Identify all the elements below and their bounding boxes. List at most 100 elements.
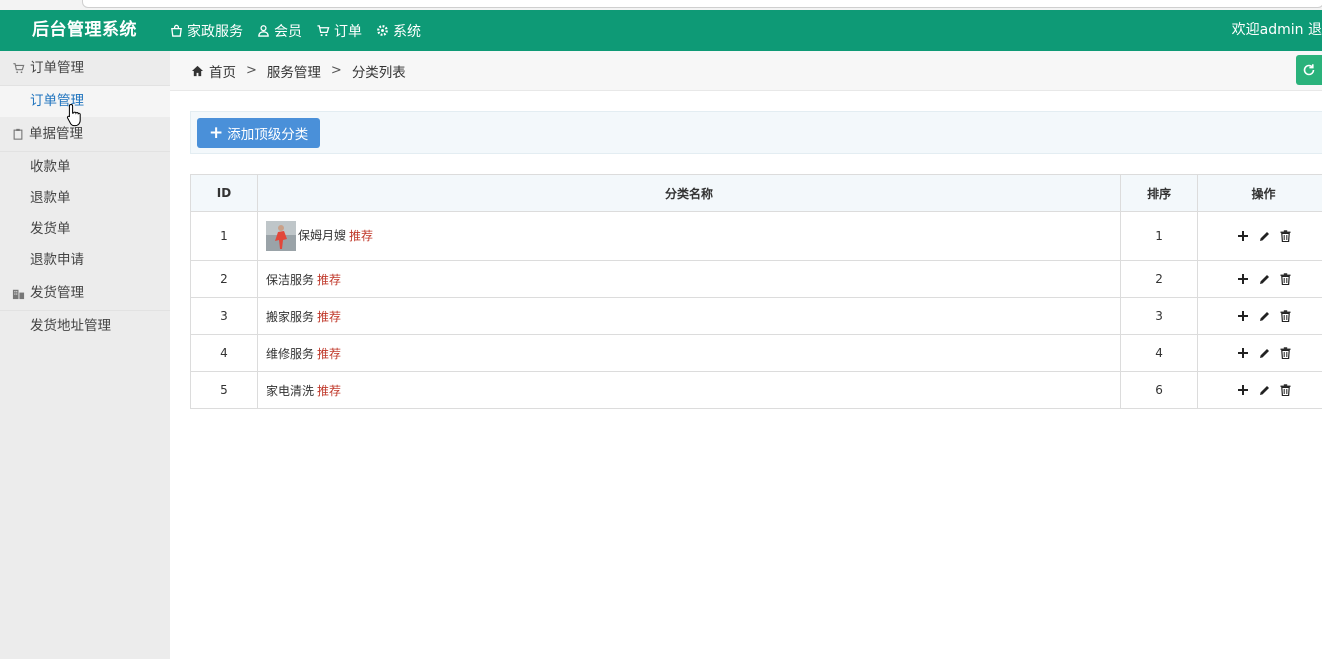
cell-sort: 6	[1120, 371, 1199, 409]
cell-actions	[1197, 371, 1322, 409]
plus-icon[interactable]	[1237, 310, 1249, 322]
cell-id: 4	[190, 334, 258, 372]
breadcrumb-home[interactable]: 首页	[209, 61, 236, 81]
sidebar-item-order-management[interactable]: 订单管理	[0, 86, 170, 117]
table-row: 5 家电清洗 推荐 6	[190, 371, 1322, 409]
cell-id: 5	[190, 371, 258, 409]
sidebar-item-receipts[interactable]: 收款单	[0, 152, 170, 183]
sidebar-group-label: 订单管理	[30, 60, 84, 76]
refresh-icon	[1303, 64, 1315, 76]
row-actions	[1198, 273, 1322, 286]
breadcrumb-category-list: 分类列表	[351, 64, 406, 81]
breadcrumb: 首页 > 服务管理 > 分类列表	[170, 51, 1322, 91]
nav-item-system[interactable]: 系统	[376, 21, 421, 41]
nav-label: 会员	[274, 23, 302, 40]
cart-icon	[13, 63, 25, 74]
category-table: ID 分类名称 排序 操作 1 保姆月嫂 推荐 1 2 保洁服务 推荐 2 3 搬家服务 推荐 3 4 维…	[190, 174, 1322, 409]
cell-sort: 4	[1120, 334, 1199, 372]
trash-icon[interactable]	[1280, 273, 1291, 285]
top-header: 后台管理系统 家政服务 会员 订单 系统 欢迎admin 退	[0, 10, 1322, 51]
column-header-sort: 排序	[1120, 174, 1199, 212]
sidebar-item-refund-requests[interactable]: 退款申请	[0, 245, 170, 276]
column-header-name: 分类名称	[256, 174, 1122, 212]
sidebar-group-label: 发货管理	[30, 285, 84, 301]
brand-title: 后台管理系统	[32, 20, 137, 40]
sidebar-group-orders[interactable]: 订单管理	[0, 51, 170, 86]
breadcrumb-separator: >	[246, 63, 257, 78]
nav-item-orders[interactable]: 订单	[316, 21, 362, 41]
plus-icon[interactable]	[1237, 347, 1249, 359]
sidebar-item-delivery-slips[interactable]: 发货单	[0, 214, 170, 245]
add-top-category-button[interactable]: + 添加顶级分类	[197, 118, 321, 148]
gear-icon	[377, 25, 388, 36]
refresh-button[interactable]	[1296, 55, 1322, 85]
toolbar: + 添加顶级分类	[190, 111, 1322, 154]
building-icon	[12, 289, 25, 299]
row-actions	[1198, 310, 1322, 323]
cell-sort: 3	[1120, 297, 1199, 335]
trash-icon[interactable]	[1280, 310, 1291, 322]
row-actions	[1198, 230, 1322, 243]
cell-actions	[1197, 260, 1322, 298]
cell-name: 保洁服务 推荐	[256, 260, 1122, 298]
category-name[interactable]: 搬家服务	[266, 310, 314, 324]
table-row: 4 维修服务 推荐 4	[190, 334, 1322, 372]
top-nav: 家政服务 会员 订单 系统	[170, 10, 435, 51]
cell-actions	[1197, 211, 1322, 261]
welcome-text[interactable]: 欢迎admin 退	[1232, 10, 1322, 51]
cell-name: 家电清洗 推荐	[256, 371, 1122, 409]
table-row: 2 保洁服务 推荐 2	[190, 260, 1322, 298]
pencil-icon[interactable]	[1258, 310, 1271, 323]
recommend-tag: 推荐	[316, 309, 341, 324]
cell-id: 3	[190, 297, 258, 335]
nav-label: 家政服务	[187, 23, 243, 40]
category-name[interactable]: 维修服务	[266, 347, 314, 361]
pencil-icon[interactable]	[1258, 230, 1271, 243]
row-actions	[1198, 384, 1322, 397]
sidebar-group-shipping[interactable]: 发货管理	[0, 276, 170, 311]
address-bar[interactable]	[82, 0, 1322, 8]
recommend-tag: 推荐	[316, 272, 341, 287]
trash-icon[interactable]	[1280, 384, 1291, 396]
row-actions	[1198, 347, 1322, 360]
sidebar: 订单管理 订单管理 单据管理 收款单 退款单 发货单 退款申请 发货管理 发货地…	[0, 51, 170, 659]
add-button-label: 添加顶级分类	[227, 127, 309, 143]
sidebar-group-documents[interactable]: 单据管理	[0, 117, 170, 152]
nav-label: 系统	[393, 23, 421, 40]
trash-icon[interactable]	[1280, 230, 1291, 242]
plus-icon[interactable]	[1237, 384, 1249, 396]
cell-name: 搬家服务 推荐	[256, 297, 1122, 335]
cell-actions	[1197, 297, 1322, 335]
cell-id: 2	[190, 260, 258, 298]
plus-icon[interactable]	[1237, 273, 1249, 285]
cell-sort: 1	[1120, 211, 1199, 261]
breadcrumb-separator: >	[330, 63, 342, 78]
cell-name: 维修服务 推荐	[256, 334, 1122, 372]
trash-icon[interactable]	[1280, 347, 1291, 359]
table-row: 3 搬家服务 推荐 3	[190, 297, 1322, 335]
breadcrumb-service-management[interactable]: 服务管理	[267, 61, 321, 81]
nav-label: 订单	[334, 23, 362, 40]
nav-item-members[interactable]: 会员	[257, 21, 302, 41]
category-name[interactable]: 保洁服务	[266, 273, 314, 287]
home-icon	[191, 65, 204, 76]
plus-icon[interactable]	[1237, 230, 1249, 242]
cell-sort: 2	[1120, 260, 1199, 298]
column-header-id: ID	[190, 174, 258, 212]
pencil-icon[interactable]	[1258, 384, 1271, 397]
category-name[interactable]: 家电清洗	[266, 384, 314, 398]
pencil-icon[interactable]	[1258, 273, 1271, 286]
pencil-icon[interactable]	[1258, 347, 1271, 360]
nav-item-housekeeping[interactable]: 家政服务	[170, 21, 243, 41]
category-thumbnail	[265, 221, 296, 251]
table-row: 1 保姆月嫂 推荐 1	[190, 211, 1322, 261]
sidebar-item-refund-slips[interactable]: 退款单	[0, 183, 170, 214]
recommend-tag: 推荐	[316, 383, 341, 398]
sidebar-item-shipping-address[interactable]: 发货地址管理	[0, 311, 170, 342]
category-name[interactable]: 保姆月嫂	[298, 229, 346, 243]
recommend-tag: 推荐	[316, 346, 341, 361]
plus-icon: +	[209, 122, 224, 143]
hand-cursor-icon	[66, 103, 81, 127]
cart-icon	[317, 25, 330, 37]
browser-chrome	[0, 0, 1322, 10]
